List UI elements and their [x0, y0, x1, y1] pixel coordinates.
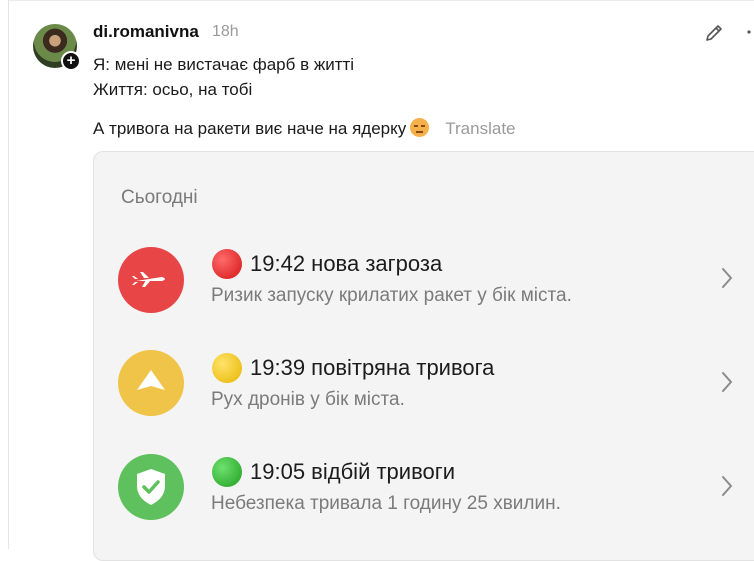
chevron-right-icon: [722, 476, 732, 496]
post-text-line-3-text: А тривога на ракети виє наче на ядерку: [93, 119, 407, 138]
alert-title: 19:05 відбій тривоги: [250, 459, 456, 484]
post-text-line-1: Я: мені не вистачає фарб в житті: [93, 55, 355, 74]
card-heading: Сьогодні: [121, 187, 198, 208]
yellow-circle-icon: [212, 353, 242, 383]
follow-plus-icon[interactable]: +: [61, 51, 81, 71]
alert-title: 19:39 повітряна тривога: [250, 355, 495, 380]
alert-item-air-raid[interactable]: 19:39 повітряна тривога Рух дронів у бік…: [94, 324, 754, 416]
post-text-line-2: Життя: осьо, на тобі: [93, 80, 253, 99]
edit-pencil-icon[interactable]: [703, 22, 725, 44]
alert-subtitle: Ризик запуску крилатих ракет у бік міста…: [211, 285, 572, 306]
alert-subtitle: Небезпека тривала 1 годину 25 хвилин.: [211, 493, 561, 514]
expressionless-face-emoji-icon: [410, 118, 430, 137]
red-circle-icon: [212, 249, 242, 279]
shield-check-icon: [118, 454, 184, 520]
alerts-screenshot-card[interactable]: Сьогодні 19:42 нова загроза Ризик запуск…: [93, 151, 754, 561]
alert-title: 19:42 нова загроза: [250, 251, 443, 276]
more-options-icon[interactable]: [744, 22, 754, 42]
username[interactable]: di.romanivna: [93, 22, 199, 42]
top-divider: [8, 0, 754, 1]
chevron-right-icon: [722, 372, 732, 392]
alert-subtitle: Рух дронів у бік міста.: [211, 389, 405, 410]
left-divider: [8, 0, 9, 549]
translate-link[interactable]: Translate: [445, 119, 515, 138]
alert-item-new-threat[interactable]: 19:42 нова загроза Ризик запуску крилати…: [94, 220, 754, 313]
missile-icon: [118, 247, 184, 313]
chevron-right-icon: [722, 268, 732, 288]
drone-icon: [118, 350, 184, 416]
post-text-line-3: А тривога на ракети виє наче на ядерку Tr…: [93, 118, 516, 139]
alert-item-all-clear[interactable]: 19:05 відбій тривоги Небезпека тривала 1…: [94, 428, 754, 520]
post-time[interactable]: 18h: [212, 23, 239, 41]
green-circle-icon: [212, 457, 242, 487]
